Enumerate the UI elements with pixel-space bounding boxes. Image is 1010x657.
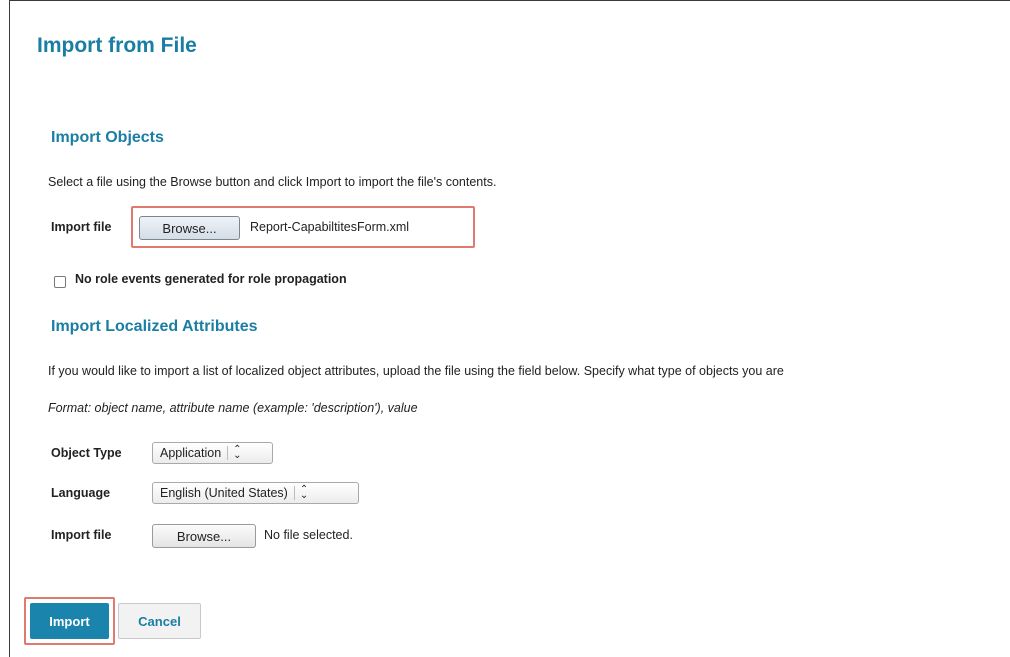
page-title: Import from File: [37, 34, 197, 57]
import-objects-heading: Import Objects: [51, 129, 164, 146]
import-localized-heading: Import Localized Attributes: [51, 318, 258, 335]
object-type-select[interactable]: Application ⌃ ⌄: [152, 442, 273, 464]
import-objects-description: Select a file using the Browse button an…: [48, 175, 497, 189]
localized-browse-button[interactable]: Browse...: [152, 524, 256, 548]
localized-import-file-label: Import file: [51, 528, 112, 542]
browse-button[interactable]: Browse...: [139, 216, 240, 240]
format-hint: Format: object name, attribute name (exa…: [48, 401, 418, 415]
import-file-label: Import file: [51, 220, 112, 234]
language-label: Language: [51, 486, 111, 500]
select-arrows-icon: ⌃ ⌄: [299, 484, 309, 501]
no-role-events-checkbox[interactable]: [54, 276, 66, 288]
select-separator: [227, 446, 229, 460]
cancel-button[interactable]: Cancel: [118, 603, 201, 639]
selected-file-name: Report-CapabiltitesForm.xml: [250, 220, 410, 234]
language-select[interactable]: English (United States) ⌃ ⌄: [152, 482, 359, 504]
object-type-value: Application: [160, 446, 222, 460]
no-role-events-label[interactable]: No role events generated for role propag…: [75, 272, 347, 286]
select-separator: [293, 486, 295, 500]
no-file-selected-text: No file selected.: [264, 528, 353, 542]
select-arrows-icon: ⌃ ⌄: [233, 444, 242, 461]
object-type-label: Object Type: [51, 446, 122, 460]
import-button[interactable]: Import: [30, 603, 109, 639]
language-value: English (United States): [160, 486, 288, 500]
import-localized-description: If you would like to import a list of lo…: [48, 364, 784, 378]
